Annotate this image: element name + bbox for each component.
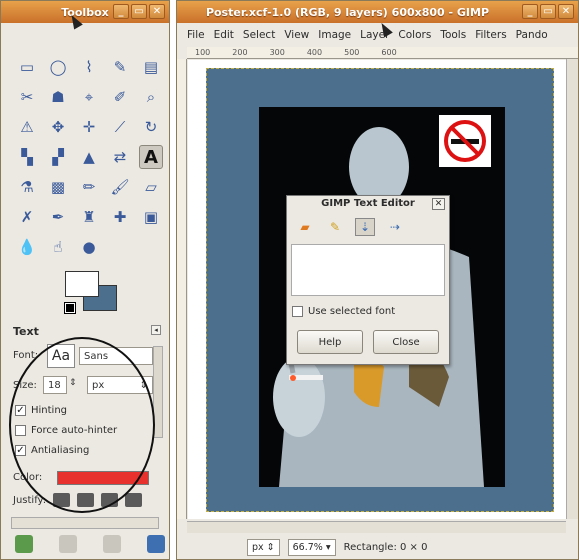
use-selected-font-option[interactable]: Use selected font [292, 306, 395, 317]
default-colors-icon[interactable] [64, 302, 76, 314]
image-titlebar[interactable]: Poster.xcf-1.0 (RGB, 9 layers) 600x800 -… [177, 1, 578, 23]
status-unit: px [252, 541, 264, 553]
maximize-button[interactable]: ▭ [131, 4, 147, 19]
menu-item-colors[interactable]: Colors [398, 29, 431, 41]
align-icon[interactable]: ✛ [77, 115, 101, 139]
zoom-combo[interactable]: 66.7% ▾ [287, 538, 336, 556]
close-button[interactable]: ✕ [149, 4, 165, 19]
paths-icon[interactable]: ⌖ [77, 85, 101, 109]
menu-item-select[interactable]: Select [243, 29, 275, 41]
rtl-direction-icon[interactable]: ⇢ [385, 218, 405, 236]
clone-icon[interactable]: ♜ [77, 205, 101, 229]
free-select-icon[interactable]: ⌇ [77, 55, 101, 79]
dodge-burn-icon[interactable]: ● [77, 235, 101, 259]
heal-icon[interactable]: ✚ [108, 205, 132, 229]
dialog-title[interactable]: GIMP Text Editor [287, 196, 449, 212]
ruler-tick-label: 600 [381, 48, 397, 57]
color-select-icon[interactable]: ▤ [139, 55, 163, 79]
toolbox-window: Toolbox _ ▭ ✕ ▭ ◯ ⌇ ✎ ▤ ✂ ☗ ⌖ ✐ ⌕ ⚠ ✥ ✛ ⟋ ↻ ▚ ▞ ▲ ⇄ A ⚗ ▩ ✏ 🖌 ▱ ✗… [0, 0, 170, 560]
ruler-tick-label: 500 [344, 48, 360, 57]
text-entry-area[interactable] [291, 244, 445, 296]
menu-item-edit[interactable]: Edit [214, 29, 234, 41]
close-button[interactable]: ✕ [558, 4, 574, 19]
minimize-button[interactable]: _ [113, 4, 129, 19]
image-title: Poster.xcf-1.0 (RGB, 9 layers) 600x800 -… [205, 5, 490, 19]
menu-item-tools[interactable]: Tools [440, 29, 466, 41]
move-icon[interactable]: ✥ [46, 115, 70, 139]
canvas-hscrollbar[interactable] [187, 521, 566, 533]
horizontal-ruler: 100 200 300 400 500 600 [187, 47, 578, 59]
rect-select-icon[interactable]: ▭ [15, 55, 39, 79]
airbrush-icon[interactable]: ✗ [15, 205, 39, 229]
save-options-icon[interactable] [15, 535, 33, 553]
no-smoking-icon [444, 120, 486, 162]
unit-combo[interactable]: px ⇕ [247, 538, 280, 556]
panel-menu-icon[interactable]: ◂ [151, 325, 161, 335]
bucket-fill-icon[interactable]: ⚗ [15, 175, 39, 199]
ruler-tick-label: 300 [269, 48, 285, 57]
menu-item-filters[interactable]: Filters [475, 29, 506, 41]
paintbrush-icon[interactable]: 🖌 [108, 175, 132, 199]
blur-icon[interactable]: 💧 [15, 235, 39, 259]
foreground-select-icon[interactable]: ☗ [46, 85, 70, 109]
text-editor-dialog: GIMP Text Editor ✕ ▰ ✎ ⇣ ⇢ Use selected … [286, 195, 450, 365]
ltr-direction-icon[interactable]: ⇣ [355, 218, 375, 236]
ruler-tick-label: 200 [232, 48, 248, 57]
dialog-toolbar: ▰ ✎ ⇣ ⇢ [295, 218, 405, 236]
dialog-close-icon[interactable]: ✕ [432, 198, 445, 210]
scale-icon[interactable]: ▚ [15, 145, 39, 169]
toolbox-titlebar[interactable]: Toolbox _ ▭ ✕ [1, 1, 169, 23]
rotate-icon[interactable]: ↻ [139, 115, 163, 139]
open-file-icon[interactable]: ▰ [295, 218, 315, 236]
flip-icon[interactable]: ⇄ [108, 145, 132, 169]
pencil-icon[interactable]: ✏ [77, 175, 101, 199]
menu-item-image[interactable]: Image [318, 29, 351, 41]
fuzzy-select-icon[interactable]: ✎ [108, 55, 132, 79]
vertical-ruler [177, 59, 187, 519]
delete-options-icon[interactable] [103, 535, 121, 553]
status-zoom: 66.7% [292, 541, 323, 553]
highlight-oval [9, 337, 155, 513]
minimize-button[interactable]: _ [522, 4, 538, 19]
blend-icon[interactable]: ▩ [46, 175, 70, 199]
color-area[interactable] [64, 271, 121, 315]
clear-text-icon[interactable]: ✎ [325, 218, 345, 236]
foreground-color-swatch[interactable] [65, 271, 99, 297]
ruler-tick-label: 400 [306, 48, 323, 57]
menu-item-file[interactable]: File [187, 29, 205, 41]
tool-grid: ▭ ◯ ⌇ ✎ ▤ ✂ ☗ ⌖ ✐ ⌕ ⚠ ✥ ✛ ⟋ ↻ ▚ ▞ ▲ ⇄ A ⚗ ▩ ✏ 🖌 ▱ ✗ ✒ ♜ ✚ ▣ 💧 ☝ ● [15, 55, 165, 265]
toolbox-bottom-bar [15, 535, 165, 553]
use-selected-font-label: Use selected font [308, 306, 396, 317]
perspective-icon[interactable]: ▲ [77, 145, 101, 169]
ink-icon[interactable]: ✒ [46, 205, 70, 229]
color-picker-icon[interactable]: ✐ [108, 85, 132, 109]
scissors-icon[interactable]: ✂ [15, 85, 39, 109]
tool-options-title: Text [13, 325, 39, 338]
text-icon[interactable]: A [139, 145, 163, 169]
maximize-button[interactable]: ▭ [540, 4, 556, 19]
canvas-vscrollbar[interactable] [566, 59, 578, 519]
menu-item-view[interactable]: View [284, 29, 309, 41]
measure-icon[interactable]: ⚠ [15, 115, 39, 139]
no-smoking-sign [439, 115, 491, 167]
ruler-tick-label: 100 [195, 48, 211, 57]
help-button[interactable]: Help [297, 330, 363, 354]
use-selected-font-checkbox[interactable] [292, 306, 303, 317]
restore-options-icon[interactable] [59, 535, 77, 553]
reset-options-icon[interactable] [147, 535, 165, 553]
close-button[interactable]: Close [373, 330, 439, 354]
menu-item-pando[interactable]: Pando [516, 29, 548, 41]
status-bar: px ⇕ 66.7% ▾ Rectangle: 0 × 0 [177, 535, 578, 559]
shear-icon[interactable]: ▞ [46, 145, 70, 169]
eraser-icon[interactable]: ▱ [139, 175, 163, 199]
justify-fill-icon[interactable] [125, 493, 142, 507]
options-hscrollbar[interactable] [11, 517, 159, 529]
menu-bar: File Edit Select View Image Layer Colors Tools F… [177, 25, 578, 45]
ellipse-select-icon[interactable]: ◯ [46, 55, 70, 79]
zoom-icon[interactable]: ⌕ [139, 85, 163, 109]
perspective-clone-icon[interactable]: ▣ [139, 205, 163, 229]
crop-icon[interactable]: ⟋ [108, 115, 132, 139]
tool-status-text: Rectangle: 0 × 0 [343, 541, 428, 553]
smudge-icon[interactable]: ☝ [46, 235, 70, 259]
